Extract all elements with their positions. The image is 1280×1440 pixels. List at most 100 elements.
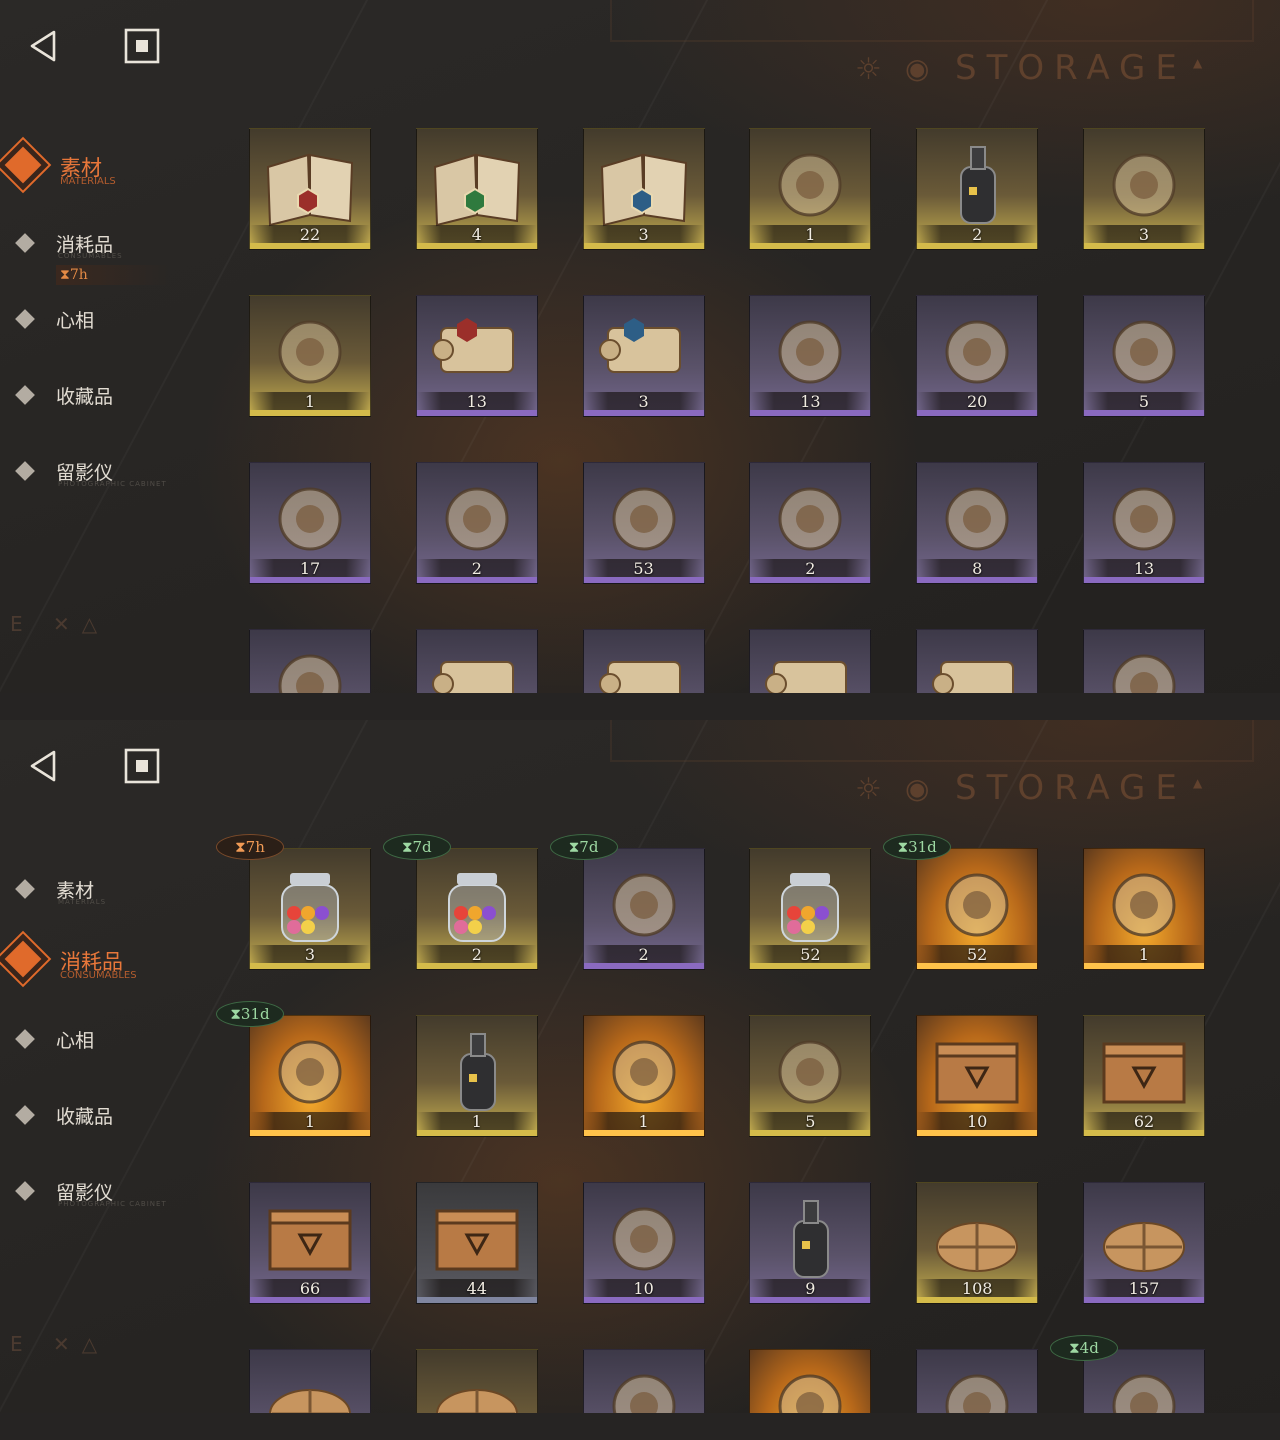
item-slot[interactable]: 13 <box>1083 462 1205 584</box>
nav-item-label: 收藏品 <box>56 386 114 408</box>
item-count: 44 <box>466 1279 487 1298</box>
nav-item-materials[interactable]: 素材 MATERIALS <box>4 146 216 190</box>
item-slot[interactable]: 9 <box>749 1182 872 1304</box>
item-slot[interactable]: 2 <box>582 848 705 970</box>
item-count: 13 <box>800 392 821 411</box>
item-count: 5 <box>1138 392 1150 411</box>
nav-item-label: 收藏品 <box>56 1106 114 1128</box>
item-count: 13 <box>1133 559 1155 578</box>
item-slot[interactable]: 4 <box>415 128 538 250</box>
item-slot[interactable]: 17 <box>249 462 371 584</box>
item-slot[interactable]: 108 <box>916 1182 1039 1304</box>
nav-item-photo-cabinet[interactable]: 留影仪 PHOTOGRAPHIC CABINET <box>15 452 216 492</box>
spellbook-green-icon <box>433 153 520 227</box>
nav-item-insight[interactable]: 心相 <box>15 1020 216 1060</box>
item-slot[interactable]: 2 <box>749 462 872 584</box>
item-slot[interactable]: 1 <box>582 1015 705 1137</box>
silver-bar-icon <box>945 487 1009 551</box>
diamond-icon <box>15 1105 35 1125</box>
item-slot[interactable]: 20 <box>916 295 1039 417</box>
potion-bottle-icon <box>960 146 997 224</box>
item-slot[interactable]: 2 <box>916 128 1039 250</box>
storage-title: STORAGE <box>955 48 1187 88</box>
item-count: 9 <box>805 1279 816 1298</box>
triangle-icon: ▲ <box>1193 776 1203 790</box>
item-slot[interactable]: 13 <box>415 295 538 417</box>
item-count: 22 <box>299 225 321 244</box>
brass-device-icon <box>445 487 509 551</box>
back-button[interactable] <box>26 28 62 64</box>
diamond-icon <box>15 309 35 329</box>
item-slot[interactable]: 53 <box>582 462 705 584</box>
nav-item-collectibles[interactable]: 收藏品 <box>15 1096 216 1136</box>
spellbook-red-icon <box>266 153 354 227</box>
candy-jar-icon <box>447 873 506 942</box>
nav-item-sublabel: CONSUMABLES <box>60 970 137 981</box>
expiry-timer-badge: ⧗31d <box>883 834 952 860</box>
expiry-timer-badge: ⧗7d <box>549 834 618 860</box>
nav-item-photo-cabinet[interactable]: 留影仪 PHOTOGRAPHIC CABINET <box>15 1172 216 1212</box>
triangle-icon: ▲ <box>1193 56 1203 70</box>
home-button[interactable] <box>124 748 160 784</box>
item-slot[interactable]: 22 <box>249 128 371 250</box>
diamond-icon <box>15 1181 35 1201</box>
diamond-icon <box>4 146 42 184</box>
item-slot[interactable]: 44 <box>415 1182 538 1304</box>
diamond-icon <box>15 879 35 899</box>
coffin-case-icon <box>278 487 342 551</box>
item-slot[interactable]: 5 <box>749 1015 872 1137</box>
storage-title: STORAGE <box>955 768 1187 808</box>
wooden-crate-icon <box>935 1042 1019 1104</box>
item-slot[interactable]: 1 <box>249 1015 371 1137</box>
item-slot[interactable]: 1 <box>415 1015 538 1137</box>
item-count: 3 <box>638 392 649 411</box>
nav-item-label: 心相 <box>56 1030 95 1052</box>
parcel-icon <box>936 1222 1019 1272</box>
item-slot[interactable]: 1 <box>749 128 872 250</box>
nav-item-consumables[interactable]: 消耗品 CONSUMABLES <box>15 224 216 264</box>
item-count: 10 <box>633 1279 654 1298</box>
nav-item-sublabel: MATERIALS <box>58 898 107 906</box>
item-slot[interactable]: 1 <box>1083 848 1205 970</box>
item-slot[interactable]: 3 <box>1083 128 1205 250</box>
nav-item-materials[interactable]: 素材 MATERIALS <box>15 870 216 910</box>
item-slot[interactable]: 62 <box>1083 1015 1205 1137</box>
item-slot[interactable]: 52 <box>749 848 872 970</box>
item-count: 4 <box>471 225 482 244</box>
item-count: 17 <box>299 559 321 578</box>
item-slot[interactable]: 52 <box>916 848 1039 970</box>
back-triangle-icon <box>30 750 56 782</box>
item-slot[interactable]: 10 <box>916 1015 1039 1137</box>
item-slot[interactable]: 2 <box>415 848 538 970</box>
storage-header: ☼ ◉ STORAGE ▲ <box>855 768 1215 818</box>
item-slot[interactable]: 3 <box>582 128 705 250</box>
item-slot[interactable]: 10 <box>582 1182 705 1304</box>
scroll-red-icon <box>431 318 514 373</box>
nav-item-insight[interactable]: 心相 <box>15 300 216 340</box>
item-slot[interactable]: 3 <box>249 848 371 970</box>
back-button[interactable] <box>26 748 62 784</box>
item-slot[interactable]: 8 <box>916 462 1039 584</box>
photo-box-icon <box>1112 873 1176 937</box>
item-slot[interactable]: 1 <box>249 295 371 417</box>
nav-item-collectibles[interactable]: 收藏品 <box>15 376 216 416</box>
candy-jar-icon <box>781 873 840 942</box>
item-slot[interactable]: 13 <box>749 295 872 417</box>
nav-item-consumables[interactable]: 消耗品 CONSUMABLES <box>4 940 216 984</box>
item-slot[interactable]: 5 <box>1083 295 1205 417</box>
home-button[interactable] <box>124 28 160 64</box>
diamond-icon <box>15 385 35 405</box>
item-slot[interactable]: 2 <box>415 462 538 584</box>
wooden-crate-icon <box>435 1209 519 1271</box>
rune-book-icon <box>945 873 1009 937</box>
item-count: 1 <box>638 1112 649 1131</box>
item-slot[interactable]: 3 <box>582 295 705 417</box>
square-home-icon <box>124 28 160 64</box>
decorative-symbols: E ✕△ <box>10 612 110 636</box>
item-slot[interactable]: 157 <box>1083 1182 1205 1304</box>
eye-icon: ◉ <box>905 772 930 805</box>
rune-table-icon <box>778 1040 842 1104</box>
item-count: 5 <box>805 1112 816 1131</box>
item-slot[interactable]: 66 <box>249 1182 371 1304</box>
item-count: 1 <box>1138 945 1150 964</box>
